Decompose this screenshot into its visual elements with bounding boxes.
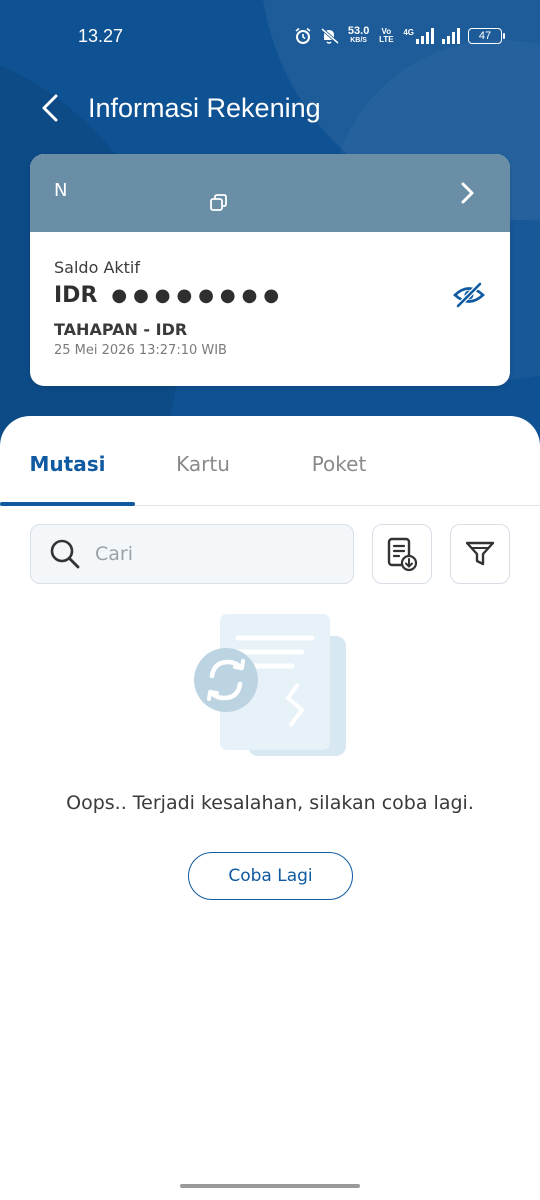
balance-value: IDR ●●●●●●●● <box>54 283 486 308</box>
filter-button[interactable] <box>450 524 510 584</box>
back-button[interactable] <box>30 88 70 128</box>
status-indicators: 53.0 KB/S Vo LTE 4G 47 <box>294 25 505 45</box>
volte-indicator: Vo LTE <box>379 27 394 44</box>
account-card: N Saldo Aktif IDR ●●●●●●●● TAHAPAN - IDR… <box>30 154 510 386</box>
copy-icon[interactable] <box>208 192 230 214</box>
account-card-header[interactable]: N <box>30 154 510 232</box>
battery-icon: 47 <box>468 28 505 44</box>
app-bar: Informasi Rekening <box>0 82 540 134</box>
search-box[interactable] <box>30 524 354 584</box>
signal-icon <box>416 28 434 44</box>
account-timestamp: 25 Mei 2026 13:27:10 WIB <box>54 343 227 358</box>
network-type: 4G <box>403 28 414 37</box>
tab-mutasi[interactable]: Mutasi <box>0 416 135 505</box>
error-message: Oops.. Terjadi kesalahan, silakan coba l… <box>66 792 474 814</box>
tab-poket[interactable]: Poket <box>271 416 407 505</box>
balance-currency: IDR <box>54 283 98 308</box>
mute-icon <box>320 27 339 45</box>
network-speed: 53.0 KB/S <box>347 25 370 45</box>
account-type: TAHAPAN - IDR <box>54 320 188 339</box>
eye-slash-icon[interactable] <box>452 280 486 310</box>
account-number: N <box>54 179 68 201</box>
tab-kartu[interactable]: Kartu <box>135 416 271 505</box>
search-row <box>30 524 510 584</box>
tab-indicator <box>0 502 135 506</box>
signal-4g: 4G <box>403 28 434 44</box>
chevron-right-icon[interactable] <box>454 180 480 206</box>
search-icon <box>50 539 80 569</box>
page-title: Informasi Rekening <box>88 92 321 123</box>
retry-button[interactable]: Coba Lagi <box>188 852 353 900</box>
filter-icon <box>465 541 495 566</box>
balance-masked: ●●●●●●●● <box>111 285 286 306</box>
status-time: 13.27 <box>78 25 124 46</box>
alarm-icon <box>295 27 311 44</box>
download-statement-button[interactable] <box>372 524 432 584</box>
search-input[interactable] <box>95 543 295 565</box>
account-card-body: Saldo Aktif IDR ●●●●●●●● TAHAPAN - IDR 2… <box>30 232 510 358</box>
signal-icon <box>442 28 460 44</box>
tab-bar: Mutasi Kartu Poket <box>0 416 540 506</box>
chevron-left-icon <box>42 94 58 122</box>
document-download-icon <box>387 537 418 572</box>
balance-label: Saldo Aktif <box>54 258 140 277</box>
error-illustration <box>194 614 346 756</box>
status-bar: 13.27 53.0 KB/S Vo LTE 4G 47 <box>0 0 540 72</box>
home-indicator[interactable] <box>180 1184 360 1188</box>
content-sheet: Mutasi Kartu Poket Cari Oops.. Terjadi k… <box>0 416 540 1200</box>
